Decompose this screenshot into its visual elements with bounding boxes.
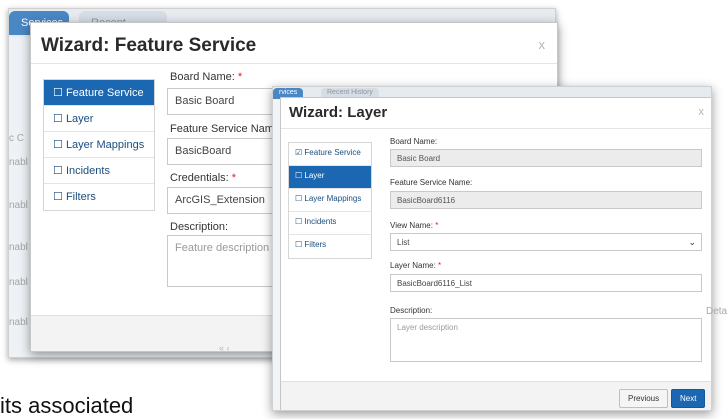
step-layer-mappings[interactable]: ☐ Layer Mappings	[44, 132, 154, 158]
row-fragment: nabl	[9, 242, 28, 253]
divider	[281, 128, 711, 129]
checkbox-unchecked-icon: ☐	[295, 240, 303, 249]
step-label: Filters	[65, 191, 96, 203]
feature-service-name-label: Feature Service Name:	[390, 178, 473, 187]
checkbox-unchecked-icon: ☐	[295, 194, 303, 203]
step-layer[interactable]: ☐ Layer	[289, 166, 371, 189]
row-fragment: nabl	[9, 317, 28, 328]
row-fragment: c C	[9, 133, 24, 144]
caption-text: its associated	[0, 393, 134, 418]
layer-name-label: Layer Name: *	[390, 261, 442, 270]
required-marker: *	[237, 71, 243, 83]
required-marker: *	[435, 221, 439, 230]
board-name-field[interactable]: Basic Board	[167, 88, 287, 115]
board-name-label: Board Name:	[390, 137, 438, 146]
step-label: Layer	[65, 113, 94, 125]
step-feature-service[interactable]: ☐ Feature Service	[44, 80, 154, 106]
description-label: Description:	[390, 306, 433, 315]
feature-service-name-field[interactable]: BasicBoard	[167, 138, 287, 165]
wizard-steps-nav: ☑ Feature Service ☐ Layer ☐ Layer Mappin…	[288, 142, 372, 259]
row-fragment: nabl	[9, 157, 28, 168]
step-filters[interactable]: ☐ Filters	[289, 235, 371, 258]
dialog-title: Wizard: Feature Service	[41, 35, 257, 56]
description-field[interactable]: Layer description	[390, 318, 702, 362]
pagination-controls[interactable]: « ‹	[219, 343, 230, 353]
next-button[interactable]: Next	[671, 389, 706, 408]
layer-name-field[interactable]: BasicBoard6116_List	[390, 274, 702, 292]
description-field[interactable]: Feature description	[167, 235, 287, 287]
step-label: Layer Mappings	[304, 194, 362, 203]
foreground-window: rvices Recent History Wizard: Layer x ☑ …	[272, 86, 712, 411]
step-incidents[interactable]: ☐ Incidents	[289, 212, 371, 235]
view-name-value: List	[397, 238, 410, 247]
required-marker: *	[231, 172, 237, 184]
view-name-select[interactable]: List ⌄	[390, 233, 702, 251]
step-label: Layer Mappings	[65, 139, 145, 151]
step-label: Layer	[304, 171, 325, 180]
step-incidents[interactable]: ☐ Incidents	[44, 158, 154, 184]
divider	[31, 63, 557, 64]
wizard-steps-nav: ☐ Feature Service ☐ Layer ☐ Layer Mappin…	[43, 79, 155, 211]
dialog-title: Wizard: Layer	[289, 104, 388, 121]
step-filters[interactable]: ☐ Filters	[44, 184, 154, 210]
step-label: Feature Service	[304, 148, 361, 157]
close-icon[interactable]: x	[539, 37, 546, 52]
checkbox-checked-icon: ☑	[295, 148, 303, 157]
board-name-field: Basic Board	[390, 149, 702, 167]
checkbox-unchecked-icon: ☐	[53, 113, 63, 125]
step-feature-service[interactable]: ☑ Feature Service	[289, 143, 371, 166]
step-label: Incidents	[304, 217, 337, 226]
description-label: Description:	[170, 221, 229, 233]
step-layer-mappings[interactable]: ☐ Layer Mappings	[289, 189, 371, 212]
step-label: Feature Service	[65, 87, 144, 99]
details-fragment: Detai	[706, 306, 727, 317]
view-name-label: View Name: *	[390, 221, 439, 230]
credentials-field[interactable]: ArcGIS_Extension	[167, 187, 287, 214]
row-fragment: nabl	[9, 277, 28, 288]
checkbox-unchecked-icon: ☐	[53, 139, 63, 151]
credentials-label: Credentials: *	[170, 172, 237, 184]
checkbox-unchecked-icon: ☐	[53, 87, 63, 99]
checkbox-unchecked-icon: ☐	[53, 191, 63, 203]
step-label: Incidents	[65, 165, 110, 177]
row-fragment: nabl	[9, 200, 28, 211]
required-marker: *	[438, 261, 442, 270]
close-icon[interactable]: x	[699, 106, 705, 118]
step-layer[interactable]: ☐ Layer	[44, 106, 154, 132]
board-name-label: Board Name: *	[170, 71, 243, 83]
step-label: Filters	[304, 240, 327, 249]
checkbox-unchecked-icon: ☐	[295, 217, 303, 226]
chevron-down-icon: ⌄	[688, 237, 696, 247]
previous-button[interactable]: Previous	[619, 389, 669, 408]
checkbox-unchecked-icon: ☐	[295, 171, 303, 180]
feature-service-name-field: BasicBoard6116	[390, 191, 702, 209]
wizard-layer-dialog: Wizard: Layer x ☑ Feature Service ☐ Laye…	[280, 97, 711, 410]
checkbox-unchecked-icon: ☐	[53, 165, 63, 177]
